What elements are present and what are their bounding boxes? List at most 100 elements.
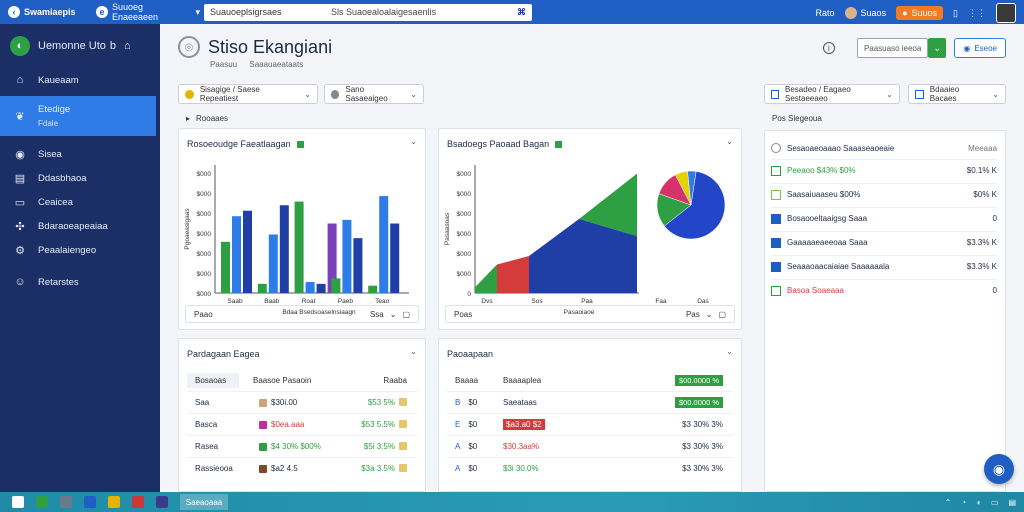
help-button[interactable]: ◉ <box>984 454 1014 484</box>
table-row[interactable]: A $0 $3i 30.0% $3 30% 3% <box>447 457 733 479</box>
checkbox-icon[interactable] <box>771 213 781 224</box>
chevron-up-icon[interactable]: ⌃ <box>944 498 951 507</box>
back-icon[interactable]: ‹ <box>8 6 20 18</box>
column-header[interactable]: Baaaa <box>447 376 503 385</box>
panel-row[interactable]: Gaaaaaeaeeoaa Saaa $3.3% K <box>771 231 997 253</box>
export-button[interactable]: ◉ Eseoe <box>954 38 1006 58</box>
sort-toggle-button[interactable]: ⌄ <box>928 38 947 58</box>
panel-row-text: Peeaoo $43% $0% <box>787 166 856 175</box>
checkbox-icon[interactable] <box>771 261 781 272</box>
sort-button[interactable]: Paasuaso ieeoa <box>856 38 929 58</box>
top-right-controls: Rato Suaos ● Suuos ▯ ⋮⋮ <box>816 3 1016 23</box>
sidebar-item-folder[interactable]: ▭ Ceaicea <box>0 190 160 214</box>
user-short[interactable]: Rato <box>816 8 835 18</box>
windows-start-icon[interactable] <box>12 496 24 508</box>
table-row[interactable]: Basca $0ea.aaa $53 5.5% <box>187 413 417 435</box>
sidebar-item-puzzle[interactable]: ✣ Bdaraoeapeaiaa <box>0 214 160 238</box>
checkbox-icon[interactable] <box>771 237 781 248</box>
checkbox-icon[interactable] <box>771 165 781 176</box>
panel-row[interactable]: Seaaaoaacaiaiae Saaaaaala $3.3% K <box>771 255 997 277</box>
link-icon[interactable]: ⌘ <box>517 7 526 18</box>
table-row[interactable]: Saa $30i.00 $53 5% <box>187 391 417 413</box>
layers-icon: ◉ <box>15 148 25 161</box>
row-label-text: $3i 30.0% <box>503 464 539 473</box>
panel-row[interactable]: Bosaooeltaaigsg Saaa 0 <box>771 207 997 229</box>
table-row[interactable]: E $0 $a3.a0 $2 $3 30% 3% <box>447 413 733 435</box>
row-label-text: $30.3aa% <box>503 442 540 451</box>
color-swatch-icon <box>259 398 267 407</box>
filter-label: Sisagige / Saese Repeatiest <box>199 85 260 103</box>
files-icon[interactable] <box>108 496 120 508</box>
tag-icon <box>185 89 194 99</box>
sidebar-item-active[interactable]: ❦ Etedige Fdale <box>0 96 156 136</box>
chevron-down-icon[interactable]: ⌄ <box>410 347 417 356</box>
chevron-down-icon[interactable]: ⌄ <box>726 137 733 146</box>
checkbox-icon[interactable] <box>771 189 781 200</box>
home-icon: ⌂ <box>16 74 24 86</box>
column-header[interactable]: Raaba <box>349 376 417 385</box>
chevron-down-icon[interactable]: ⌄ <box>410 137 417 146</box>
table-row[interactable]: Rasea $4 30% $00% $5i 3.5% <box>187 435 417 457</box>
filter-dropdown-2[interactable]: Sano Sasaeaigeo ⌄ <box>324 84 424 104</box>
browser-icon[interactable] <box>36 496 48 508</box>
taskbar-app[interactable]: Saeaoaaa <box>180 494 228 510</box>
sidebar-item-inbox[interactable]: ▤ Ddasbhaoa <box>0 166 160 190</box>
row-value-text: $53 5.5% <box>361 420 395 429</box>
sidebar-item-user[interactable]: ☺ Retarstes <box>0 270 160 294</box>
section-label-left: ▸ Rooaaes <box>186 114 228 123</box>
expand-icon[interactable]: ▢ <box>402 310 410 319</box>
home-icon[interactable]: ⌂ <box>124 40 131 52</box>
sidebar-item-home[interactable]: ⌂ Kaueaam <box>0 68 160 92</box>
notifications-button[interactable]: ● Suuos <box>896 6 944 20</box>
sidebar-item-layers[interactable]: ◉ Sisea <box>0 142 160 166</box>
profile-avatar[interactable] <box>996 3 1016 23</box>
settings-icon[interactable] <box>156 496 168 508</box>
footer-label: Paao <box>194 309 213 319</box>
filter-dropdown-4[interactable]: Bdaaieo Bacaes ⌄ <box>908 84 1006 104</box>
expand-icon[interactable]: ▢ <box>718 310 726 319</box>
chevron-down-icon[interactable]: ⌄ <box>390 310 397 319</box>
table-row[interactable]: B $0 Saeataas $00.0000 % <box>447 391 733 413</box>
media-icon[interactable] <box>132 496 144 508</box>
filter-label: Sano Sasaeaigeo <box>345 85 388 103</box>
chevron-down-icon[interactable]: ⌄ <box>726 347 733 356</box>
panel-row[interactable]: Saasaiuaaseu $00% $0% K <box>771 183 997 205</box>
address-bar[interactable]: Suauoeplsigrsaes Sls Suaoealoalaigesaenl… <box>204 3 532 21</box>
info-icon[interactable]: i <box>822 42 835 54</box>
panel-row[interactable]: Peeaoo $43% $0% $0.1% K <box>771 159 997 181</box>
volume-icon[interactable]: ◖ <box>976 498 981 507</box>
user-name: Suaos <box>860 8 887 18</box>
page-title: Stiso Ekangiani <box>208 36 333 57</box>
chevron-down-icon[interactable]: ⌄ <box>706 310 713 319</box>
row-name: B $0 <box>447 398 503 407</box>
mail-icon[interactable] <box>84 496 96 508</box>
folder-icon[interactable] <box>60 496 72 508</box>
section-label-text: Pos Slegeoua <box>772 114 822 123</box>
badge-icon <box>399 420 407 428</box>
sidebar-item-settings[interactable]: ⚙ Peaalaiengeo <box>0 238 160 262</box>
footer-label: Poas <box>454 309 473 319</box>
workspace-switcher[interactable]: e Suuoeg Enaeeaeen ▾ <box>96 2 200 22</box>
filter-dropdown-3[interactable]: Besadeo / Eagaeo Sestaeeaeo ⌄ <box>764 84 900 104</box>
notifications-label: Suuos <box>911 8 938 18</box>
table-row[interactable]: A $0 $30.3aa% $3 30% 3% <box>447 435 733 457</box>
column-header[interactable]: $00.0000 % <box>633 374 733 386</box>
column-header[interactable]: Baaaaplea <box>503 376 633 385</box>
brand[interactable]: ‹ Swamiaepis <box>0 6 90 18</box>
checkbox-icon[interactable] <box>771 285 781 296</box>
notification-icon[interactable]: ▤ <box>1008 498 1016 507</box>
column-header[interactable]: Baasoe Pasaoin <box>239 376 349 385</box>
filter-dropdown-1[interactable]: Sisagige / Saese Repeatiest ⌄ <box>178 84 318 104</box>
network-icon[interactable]: ◔ <box>961 498 966 507</box>
x-tick-label: Teao <box>375 298 389 305</box>
panel-row[interactable]: Basoa Soaeaaa 0 <box>771 279 997 301</box>
table-row[interactable]: Rassieooa $a2 4.5 $3a 3.5% <box>187 457 417 479</box>
mobile-icon[interactable]: ▯ <box>953 8 958 19</box>
user-menu[interactable]: Suaos <box>844 7 887 19</box>
bar <box>294 201 304 293</box>
sidebar-item-label: Etedige <box>38 104 71 115</box>
column-header[interactable]: Bosaoas <box>187 372 239 388</box>
x-tick-label: Roat <box>302 298 316 305</box>
battery-icon[interactable]: ▭ <box>991 498 999 507</box>
grid-icon[interactable]: ⋮⋮ <box>968 8 986 19</box>
